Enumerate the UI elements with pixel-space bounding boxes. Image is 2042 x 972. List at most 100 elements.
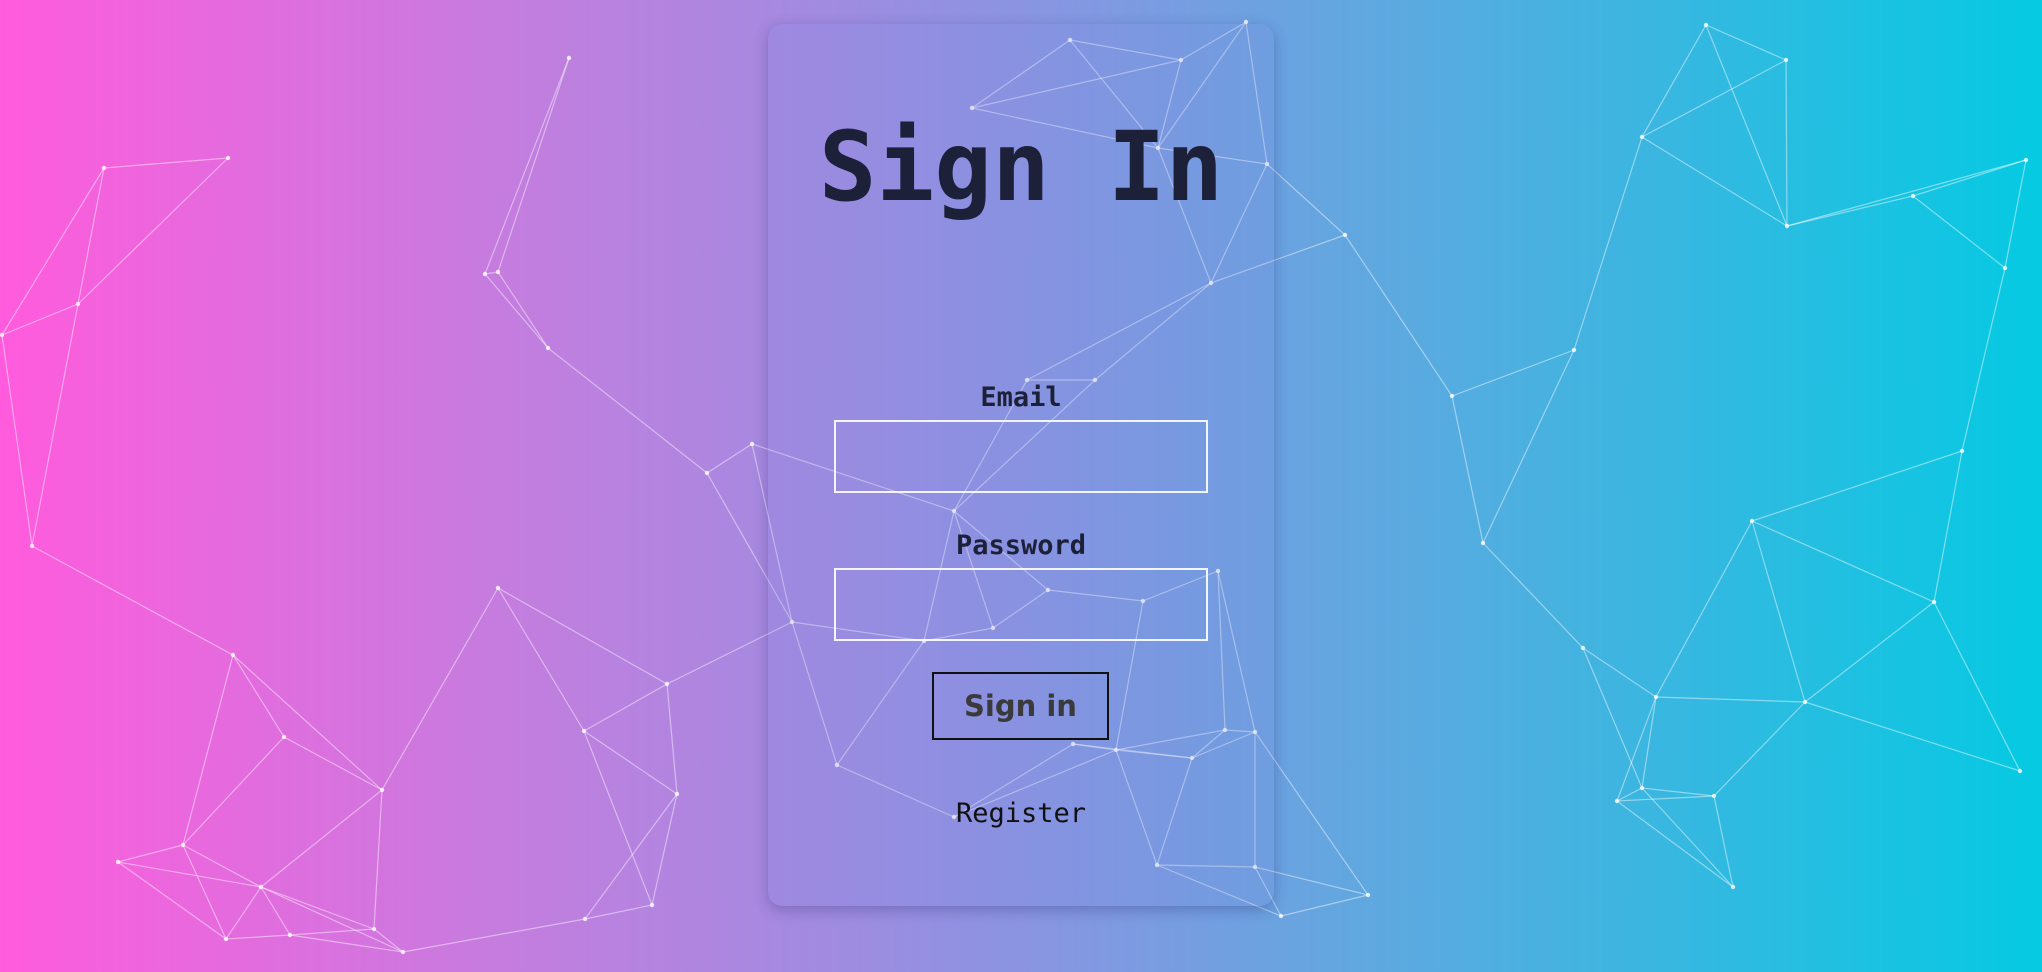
network-node <box>495 269 501 275</box>
network-line <box>1641 787 1715 797</box>
network-line <box>1751 520 1806 703</box>
network-node <box>495 585 501 591</box>
network-node <box>582 916 588 922</box>
network-line <box>31 303 79 547</box>
network-line <box>402 918 586 953</box>
network-line <box>103 157 229 169</box>
network-line <box>497 271 549 349</box>
network-node <box>29 543 35 549</box>
network-line <box>1573 136 1643 351</box>
sign-in-button[interactable]: Sign in <box>932 672 1109 740</box>
network-node <box>0 332 5 338</box>
network-line <box>225 886 262 940</box>
network-node <box>1449 393 1455 399</box>
network-node <box>1749 518 1755 524</box>
network-line <box>497 57 570 273</box>
network-node <box>1580 645 1586 651</box>
network-line <box>484 273 549 349</box>
network-line <box>1804 701 2021 772</box>
network-line <box>1616 795 1715 802</box>
network-node <box>664 681 670 687</box>
network-line <box>182 654 234 846</box>
network-node <box>115 859 121 865</box>
network-line <box>373 789 383 930</box>
network-node <box>1278 913 1284 919</box>
network-line <box>1266 163 1346 236</box>
network-line <box>2004 159 2027 269</box>
network-node <box>230 652 236 658</box>
network-line <box>1912 159 2027 197</box>
network-line <box>260 886 375 930</box>
network-line <box>117 861 262 888</box>
password-input[interactable] <box>834 568 1208 641</box>
network-line <box>1655 696 1806 703</box>
network-line <box>1804 601 1935 703</box>
network-line <box>497 587 585 732</box>
network-node <box>1959 448 1965 454</box>
network-line <box>289 934 404 953</box>
network-line <box>1 334 33 547</box>
network-node <box>1480 540 1486 546</box>
network-node <box>1784 223 1790 229</box>
network-line <box>1641 787 1734 888</box>
network-node <box>180 842 186 848</box>
network-line <box>31 545 234 656</box>
network-node <box>482 271 488 277</box>
network-line <box>584 904 653 920</box>
network-node <box>1783 57 1789 63</box>
network-node <box>2017 768 2023 774</box>
network-line <box>1786 195 1914 227</box>
network-line <box>1451 395 1484 544</box>
network-line <box>1933 450 1963 603</box>
network-line <box>1933 601 2021 772</box>
network-line <box>232 654 383 791</box>
network-line <box>706 443 753 474</box>
network-node <box>1802 699 1808 705</box>
network-line <box>583 683 668 732</box>
network-node <box>581 728 587 734</box>
network-line <box>1 303 79 336</box>
network-line <box>1616 800 1734 888</box>
network-node <box>649 902 655 908</box>
network-node <box>674 791 680 797</box>
network-line <box>260 886 404 953</box>
email-input[interactable] <box>834 420 1208 493</box>
network-line <box>497 587 668 685</box>
network-line <box>1280 894 1369 917</box>
network-node <box>1931 599 1937 605</box>
network-node <box>1711 793 1717 799</box>
network-line <box>77 157 229 305</box>
network-line <box>1961 267 2006 452</box>
network-node <box>400 949 406 955</box>
email-label: Email <box>980 382 1062 413</box>
network-line <box>583 730 653 906</box>
network-line <box>666 683 678 795</box>
network-line <box>1751 520 1935 603</box>
network-node <box>75 301 81 307</box>
network-node <box>1639 785 1645 791</box>
network-node <box>704 470 710 476</box>
network-line <box>547 347 708 474</box>
network-line <box>289 928 375 936</box>
network-node <box>2002 265 2008 271</box>
network-line <box>381 587 499 791</box>
network-line <box>182 844 227 940</box>
register-link[interactable]: Register <box>768 798 1274 829</box>
network-node <box>566 55 572 61</box>
network-line <box>260 789 383 888</box>
network-node <box>223 936 229 942</box>
password-label: Password <box>955 530 1087 561</box>
network-line <box>1713 795 1734 888</box>
network-node <box>379 787 385 793</box>
network-line <box>1482 542 1584 649</box>
network-node <box>2023 157 2029 163</box>
network-line <box>1785 59 1788 227</box>
network-line <box>1655 520 1753 698</box>
network-node <box>1365 892 1371 898</box>
network-line <box>117 844 184 863</box>
network-node <box>101 165 107 171</box>
network-line <box>1616 696 1657 802</box>
network-line <box>1751 450 1963 522</box>
network-line <box>1582 647 1643 789</box>
network-node <box>749 441 755 447</box>
